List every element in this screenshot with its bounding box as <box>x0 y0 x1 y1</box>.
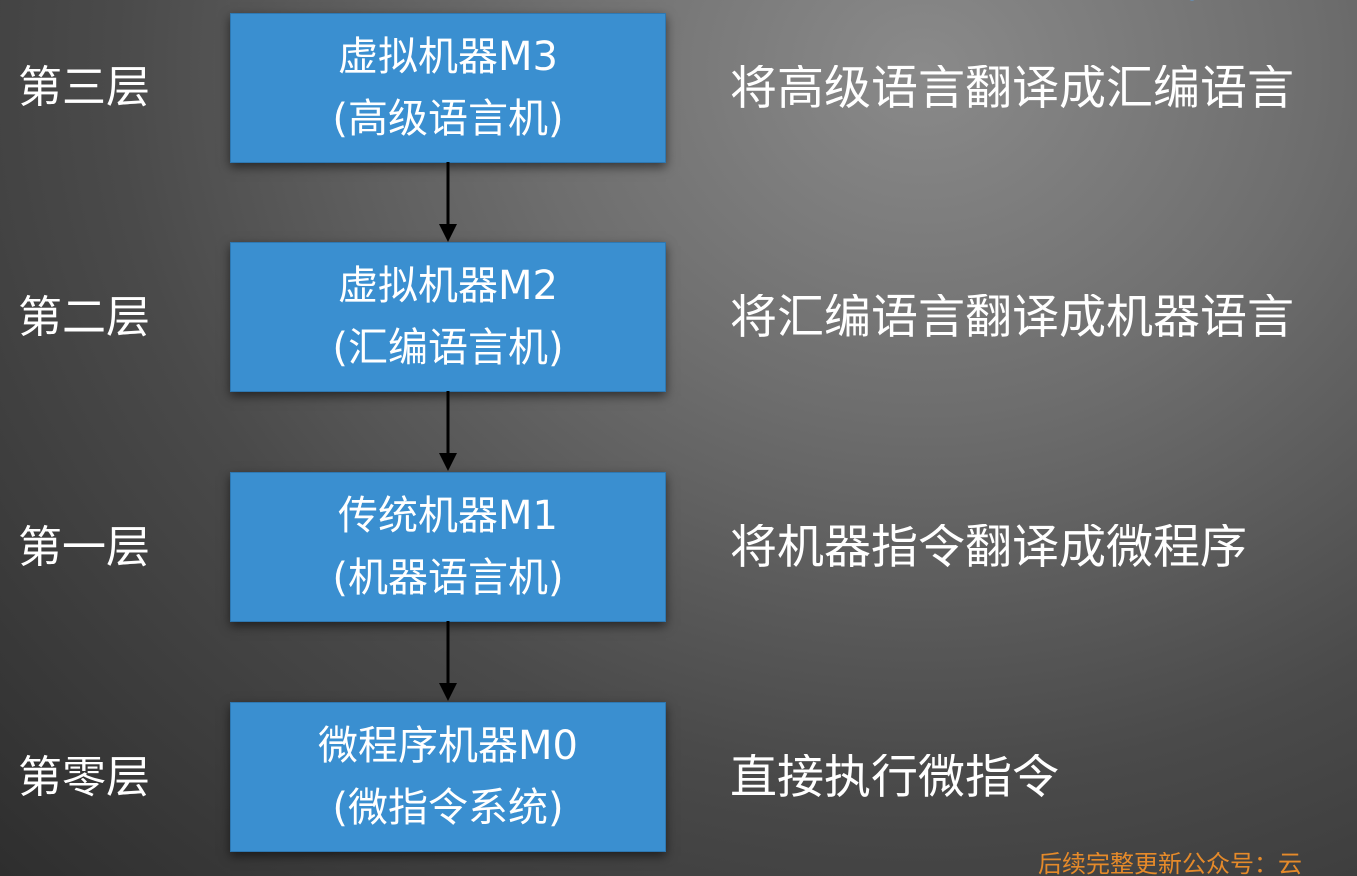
machine-m0-box: 微程序机器M0 (微指令系统) <box>230 702 666 852</box>
machine-m3-title: 虚拟机器M3 <box>338 34 558 80</box>
layer-3-description: 将高级语言翻译成汇编语言 <box>730 65 1294 112</box>
layer-3-label: 第三层 <box>18 62 150 113</box>
layer-2-label: 第二层 <box>18 292 150 343</box>
machine-m2-subtitle: (汇编语言机) <box>332 325 564 371</box>
layer-1-label: 第一层 <box>18 522 150 573</box>
machine-m3-subtitle: (高级语言机) <box>332 96 564 142</box>
machine-m1-subtitle: (机器语言机) <box>332 555 564 601</box>
arrow-m2-to-m1 <box>439 391 457 471</box>
machine-m2-title: 虚拟机器M2 <box>338 263 558 309</box>
top-edge-mark <box>1189 0 1195 1</box>
layer-0-description: 直接执行微指令 <box>730 754 1059 801</box>
watermark-text: 后续完整更新公众号：云 <box>1038 852 1302 876</box>
machine-m0-title: 微程序机器M0 <box>318 723 578 769</box>
machine-m3-box: 虚拟机器M3 (高级语言机) <box>230 13 666 163</box>
layer-2-description: 将汇编语言翻译成机器语言 <box>730 294 1294 341</box>
machine-m2-box: 虚拟机器M2 (汇编语言机) <box>230 242 666 392</box>
machine-m0-subtitle: (微指令系统) <box>332 785 564 831</box>
arrow-m3-to-m2 <box>439 162 457 242</box>
machine-m1-title: 传统机器M1 <box>338 493 558 539</box>
arrow-m1-to-m0 <box>439 621 457 701</box>
layer-0-label: 第零层 <box>18 752 150 803</box>
layer-1-description: 将机器指令翻译成微程序 <box>730 524 1247 571</box>
machine-m1-box: 传统机器M1 (机器语言机) <box>230 472 666 622</box>
